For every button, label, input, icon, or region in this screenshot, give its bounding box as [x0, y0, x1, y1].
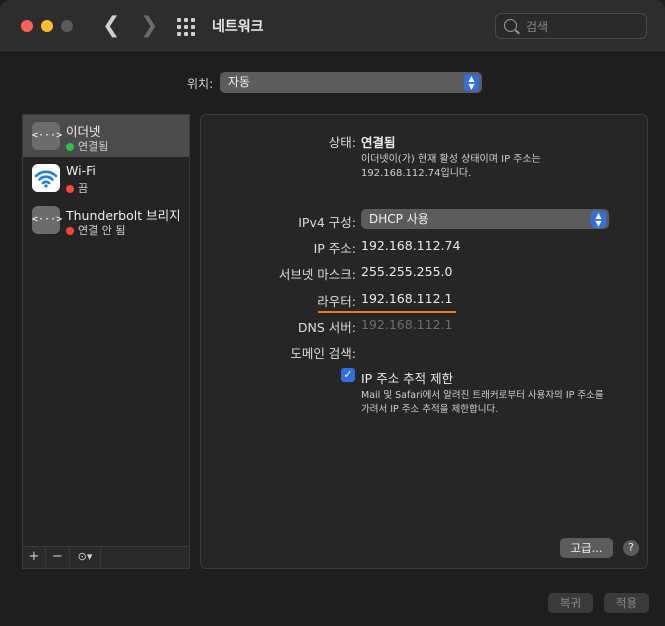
zoom-window-button[interactable]: [61, 20, 73, 32]
location-value: 자동: [228, 75, 251, 89]
service-status: 끔: [66, 180, 88, 196]
status-dot-red: [66, 226, 74, 235]
help-button[interactable]: ?: [623, 540, 639, 556]
add-service-button[interactable]: +: [23, 547, 46, 567]
status-description-line-1: 이더넷이(가) 현재 활성 상태이며 IP 주소는: [361, 154, 541, 165]
network-window: ❮ ❯ 네트워크 위치: 자동 ▲▼ <···> 이더넷 연결됨: [0, 0, 665, 626]
status-dot-red: [66, 184, 74, 193]
service-list: <···> 이더넷 연결됨 Wi-Fi 끔 <···> Thunderbolt …: [22, 114, 190, 569]
router-value: 192.168.112.1: [361, 291, 453, 306]
revert-button[interactable]: 복귀: [548, 593, 593, 613]
status-value: 연결됨: [361, 135, 396, 150]
detail-panel: 상태: 연결됨 이더넷이(가) 현재 활성 상태이며 IP 주소는 192.16…: [200, 114, 648, 569]
popup-stepper-icon: ▲ ▼: [464, 74, 479, 91]
back-chevron-icon[interactable]: ❮: [102, 14, 120, 38]
ip-address-label: IP 주소:: [313, 241, 356, 256]
advanced-button[interactable]: 고급...: [560, 538, 613, 558]
search-domain-label: 도메인 검색:: [290, 346, 356, 361]
service-name: Wi-Fi: [66, 163, 96, 178]
limit-ip-tracking-checkbox[interactable]: ✓: [341, 368, 355, 382]
service-item-thunderbolt[interactable]: <···> Thunderbolt 브리지 연결 안 됨: [23, 199, 189, 241]
dns-server-value: 192.168.112.1: [361, 317, 453, 332]
service-status: 연결됨: [66, 138, 108, 154]
forward-chevron-icon[interactable]: ❯: [140, 14, 158, 38]
location-select[interactable]: 자동 ▲ ▼: [220, 72, 482, 93]
limit-tracking-description-line-1: Mail 및 Safari에서 알려진 트래커로부터 사용자의 IP 주소를: [361, 390, 604, 401]
ip-address-value: 192.168.112.74: [361, 238, 461, 253]
router-label: 라우터:: [317, 294, 356, 309]
apply-button[interactable]: 적용: [604, 593, 649, 613]
service-status: 연결 안 됨: [66, 222, 125, 238]
remove-service-button[interactable]: −: [46, 547, 70, 567]
action-menu-button[interactable]: ⊙▾: [70, 547, 101, 567]
subnet-mask-value: 255.255.255.0: [361, 264, 453, 279]
ipv4-config-label: IPv4 구성:: [298, 215, 356, 230]
title-bar: ❮ ❯ 네트워크: [0, 0, 665, 53]
window-title: 네트워크: [212, 19, 264, 35]
router-highlight-underline: [318, 311, 456, 313]
show-all-grid-icon[interactable]: [177, 18, 195, 36]
ipv4-config-value: DHCP 사용: [369, 212, 429, 226]
popup-stepper-icon: ▲ ▼: [591, 211, 606, 228]
minimize-window-button[interactable]: [41, 20, 53, 32]
service-item-ethernet[interactable]: <···> 이더넷 연결됨: [23, 115, 189, 157]
ethernet-icon: <···>: [32, 206, 62, 234]
service-item-wifi[interactable]: Wi-Fi 끔: [23, 157, 189, 199]
dns-server-label: DNS 서버:: [297, 320, 356, 335]
wifi-icon: [32, 164, 60, 192]
service-list-toolbar: + − ⊙▾: [23, 546, 189, 568]
status-label: 상태:: [328, 135, 356, 150]
limit-ip-tracking-label[interactable]: IP 주소 추적 제한: [361, 368, 453, 387]
search-icon: [504, 19, 517, 32]
ipv4-config-select[interactable]: DHCP 사용 ▲ ▼: [361, 209, 609, 229]
location-label: 위치:: [187, 77, 214, 91]
close-window-button[interactable]: [21, 20, 33, 32]
subnet-mask-label: 서브넷 마스크:: [278, 267, 356, 282]
status-dot-green: [66, 142, 74, 151]
status-description-line-2: 192.168.112.74입니다.: [361, 168, 472, 179]
ethernet-icon: <···>: [32, 122, 62, 150]
search-input[interactable]: [524, 17, 638, 37]
limit-tracking-description-line-2: 가려서 IP 주소 추적을 제한합니다.: [361, 404, 499, 415]
search-field[interactable]: [495, 13, 647, 39]
